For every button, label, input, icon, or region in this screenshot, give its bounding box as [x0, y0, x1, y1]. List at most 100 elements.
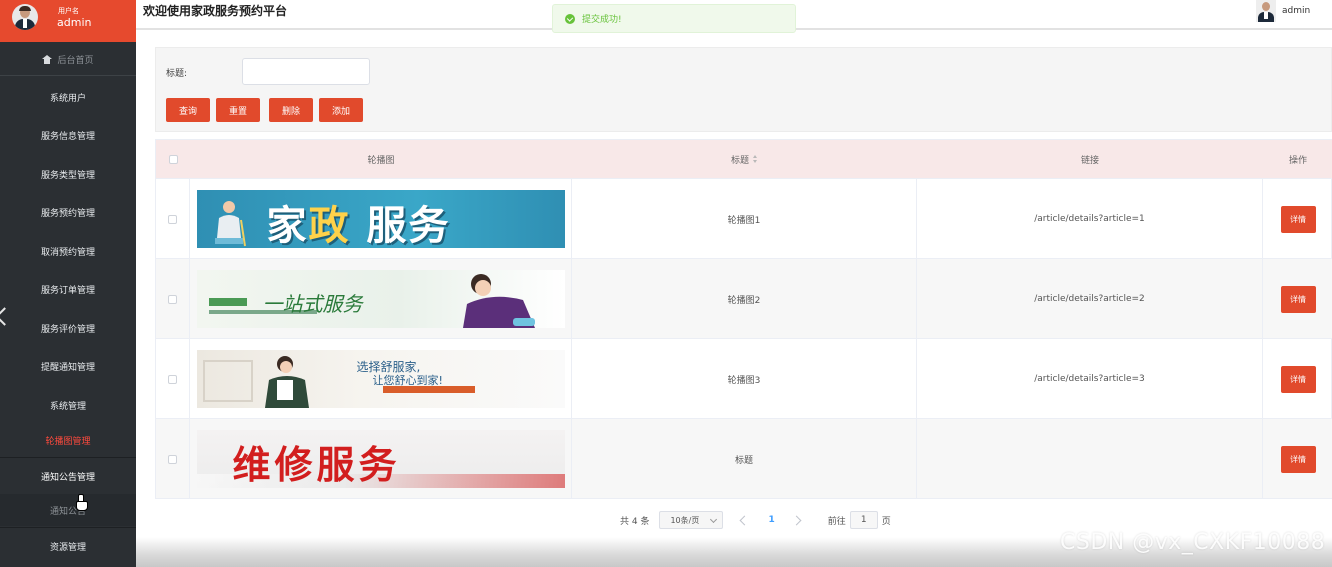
query-button[interactable]: 查询: [166, 98, 210, 122]
row-checkbox[interactable]: [168, 454, 177, 464]
row-action-cell: 详情: [1263, 339, 1332, 419]
pointer-cursor-icon: [76, 494, 88, 511]
prev-page-icon[interactable]: [740, 515, 750, 525]
banner-tag: [208, 298, 247, 306]
pagination: 共 4 条 10条/页 1 前往 1 页: [620, 511, 891, 529]
row-title: 轮播图1: [572, 179, 917, 259]
row-checkbox[interactable]: [168, 374, 177, 384]
delete-button[interactable]: 删除: [269, 98, 313, 122]
banner-text-b: 政: [308, 203, 351, 248]
worker-figure-icon: [264, 356, 309, 408]
sidebar-item-announcement-management[interactable]: 通知公告管理: [0, 457, 136, 494]
row-link: /article/details?article=2: [917, 259, 1263, 339]
row-select-cell: [156, 259, 190, 339]
row-select-cell: [156, 179, 190, 259]
page-size-select[interactable]: 10条/页: [659, 511, 724, 529]
sidebar-item-service-reviews[interactable]: 服务评价管理: [0, 309, 136, 347]
sidebar-item-service-booking[interactable]: 服务预约管理: [0, 193, 136, 231]
row-checkbox[interactable]: [168, 294, 177, 304]
add-button[interactable]: 添加: [319, 98, 363, 122]
table-header: 轮播图 标题 链接 操作: [156, 140, 1332, 178]
carousel-image[interactable]: 家政 服务: [196, 190, 565, 248]
banner-cell: 选择舒服家, 让您舒心到家!: [190, 339, 572, 419]
sidebar-item-system-management[interactable]: 系统管理: [0, 386, 136, 424]
detail-button[interactable]: 详情: [1280, 445, 1316, 473]
watermark: CSDN @vx_CXKF10088: [1060, 530, 1326, 555]
banner-text: 一站式服务: [262, 292, 363, 316]
title-search-input[interactable]: [242, 58, 370, 85]
column-header-title-label: 标题: [730, 155, 749, 166]
row-action-cell: 详情: [1263, 419, 1332, 499]
banner-text-a: 家: [266, 203, 309, 248]
row-action-cell: 详情: [1263, 179, 1332, 259]
carousel-table: 轮播图 标题 链接 操作 家政 服务 轮播图1 /article/details…: [155, 139, 1332, 499]
table-row: 维修服务 标题 详情: [156, 418, 1332, 499]
success-toast: 提交成功!: [552, 4, 796, 33]
table-row: 一站式服务 轮播图2 /article/details?article=2 详情: [156, 258, 1332, 339]
banner-bar: [382, 386, 475, 393]
header-avatar[interactable]: [1256, 0, 1276, 22]
column-header-link: 链接: [1080, 155, 1099, 166]
sidebar-item-service-orders[interactable]: 服务订单管理: [0, 270, 136, 308]
sidebar-item-service-type[interactable]: 服务类型管理: [0, 155, 136, 193]
sidebar-item-service-info[interactable]: 服务信息管理: [0, 116, 136, 154]
header-username[interactable]: admin: [1282, 6, 1310, 16]
row-checkbox[interactable]: [168, 214, 177, 224]
goto-suffix: 页: [881, 516, 891, 527]
column-header-title[interactable]: 标题: [572, 140, 917, 178]
sidebar-item-resources[interactable]: 资源管理: [0, 527, 136, 565]
row-title: 轮播图2: [572, 259, 917, 339]
detail-button[interactable]: 详情: [1280, 365, 1316, 393]
user-caption: 用户名: [58, 7, 79, 15]
sidebar-item-home[interactable]: 后台首页: [0, 44, 136, 76]
success-check-icon: [565, 13, 575, 24]
row-select-cell: [156, 419, 190, 499]
select-all-checkbox[interactable]: [168, 154, 178, 164]
toast-message: 提交成功!: [582, 15, 622, 25]
row-link: [917, 419, 1263, 499]
carousel-image[interactable]: 维修服务: [196, 430, 565, 488]
sidebar: 用户名 admin 后台首页 系统用户 服务信息管理 服务类型管理 服务预约管理…: [0, 0, 136, 567]
sidebar-item-reminders[interactable]: 提醒通知管理: [0, 347, 136, 385]
sidebar-item-system-users[interactable]: 系统用户: [0, 78, 136, 116]
sidebar-item-label: 后台首页: [57, 56, 94, 66]
table-row: 选择舒服家, 让您舒心到家! 轮播图3 /article/details?art…: [156, 338, 1332, 419]
row-select-cell: [156, 339, 190, 419]
banner-shelf: [202, 360, 253, 402]
page-title: 欢迎使用家政服务预约平台: [143, 4, 288, 18]
carousel-image[interactable]: 一站式服务: [196, 270, 565, 328]
sidebar-item-cancel-booking[interactable]: 取消预约管理: [0, 232, 136, 270]
sidebar-item-carousel-management[interactable]: 轮播图管理: [0, 422, 136, 458]
select-all-cell: [156, 140, 190, 178]
sort-icon[interactable]: [753, 155, 758, 163]
title-label: 标题:: [166, 69, 188, 79]
user-block: 用户名 admin: [0, 0, 136, 42]
chevron-left-icon[interactable]: [0, 307, 10, 329]
total-count: 共 4 条: [620, 516, 650, 527]
goto-label: 前往: [827, 516, 846, 527]
cleaner-figure-icon: [214, 201, 246, 247]
detail-button[interactable]: 详情: [1280, 205, 1316, 233]
avatar: [12, 4, 38, 30]
banner-cell: 一站式服务: [190, 259, 572, 339]
row-title: 轮播图3: [572, 339, 917, 419]
column-header-action: 操作: [1288, 155, 1307, 166]
user-name: admin: [57, 16, 92, 29]
search-panel: 标题: 查询 重置 删除 添加: [155, 47, 1332, 132]
goto-page-input[interactable]: 1: [849, 511, 878, 529]
detail-button[interactable]: 详情: [1280, 285, 1316, 313]
banner-text: 维修服务: [232, 443, 401, 487]
banner-cell: 维修服务: [190, 419, 572, 499]
page-number-current[interactable]: 1: [768, 515, 774, 525]
banner-text-c: 服务: [350, 203, 451, 248]
banner-cell: 家政 服务: [190, 179, 572, 259]
carousel-image[interactable]: 选择舒服家, 让您舒心到家!: [196, 350, 565, 408]
column-header-image: 轮播图: [367, 155, 395, 166]
row-link: /article/details?article=3: [917, 339, 1263, 419]
table-row: 家政 服务 轮播图1 /article/details?article=1 详情: [156, 178, 1332, 259]
next-page-icon[interactable]: [791, 515, 802, 525]
worker-figure-icon: [462, 274, 535, 328]
reset-button[interactable]: 重置: [216, 98, 260, 122]
row-action-cell: 详情: [1263, 259, 1332, 339]
sidebar-item-announcements[interactable]: 通知公告: [0, 494, 136, 526]
